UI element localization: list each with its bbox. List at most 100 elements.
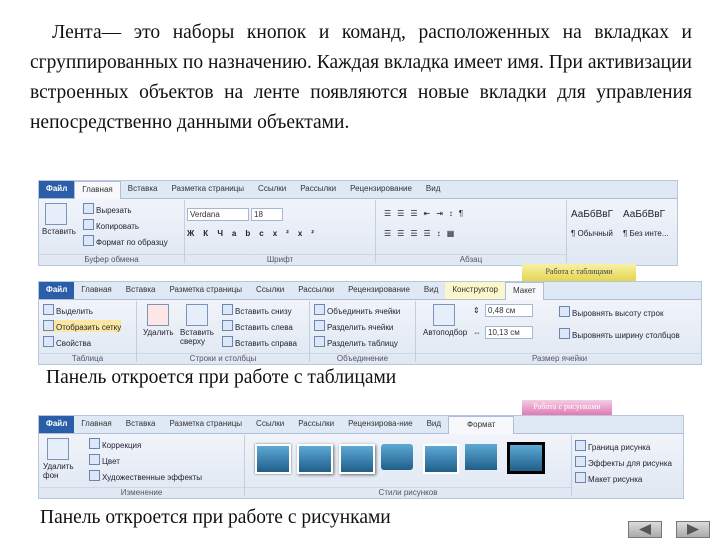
picture-style-4[interactable]	[381, 444, 413, 470]
ribbon-home: Файл Главная Вставка Разметка страницы С…	[38, 180, 678, 266]
distribute-rows-icon	[559, 306, 570, 317]
picture-styles-label: Стили рисунков	[245, 487, 571, 497]
table-tools-header: Работа с таблицами	[522, 264, 636, 281]
picture-style-2[interactable]	[297, 444, 333, 474]
picture-style-5[interactable]	[423, 444, 459, 474]
tab-view[interactable]: Вид	[417, 282, 445, 299]
tab-home[interactable]: Главная	[74, 282, 118, 299]
style-nospacing-sample[interactable]: АаБбВвГ	[623, 209, 665, 220]
picture-style-7[interactable]	[507, 442, 545, 474]
intro-paragraph: Лента— это наборы кнопок и команд, распо…	[30, 22, 692, 133]
artistic-effects-button[interactable]: Художественные эффекты	[89, 470, 202, 482]
picture-effects-button[interactable]: Эффекты для рисунка	[575, 456, 672, 468]
align-buttons[interactable]: ☰☰☰☰↕▦	[384, 229, 460, 238]
row-below-icon	[222, 304, 233, 315]
tab-mailings[interactable]: Рассылки	[291, 282, 341, 299]
show-grid-button[interactable]: Отобразить сетку	[43, 320, 122, 332]
insert-below-button[interactable]: Вставить снизу	[222, 304, 292, 316]
tab-layout[interactable]: Разметка страницы	[162, 282, 249, 299]
split-cells-button[interactable]: Разделить ячейки	[314, 320, 393, 332]
tab-file[interactable]: Файл	[39, 181, 75, 198]
font-format-buttons[interactable]: ЖКЧabcx²x²	[187, 229, 323, 238]
tab-file[interactable]: Файл	[39, 416, 75, 433]
picture-style-6[interactable]	[465, 444, 497, 470]
tab-mailings[interactable]: Рассылки	[291, 416, 341, 433]
cell-width-field[interactable]: 10,13 см	[485, 326, 533, 339]
sun-icon	[89, 438, 100, 449]
cursor-icon	[43, 304, 54, 315]
insert-above-icon[interactable]	[186, 304, 208, 326]
ribbon-tabs: Файл Главная Вставка Разметка страницы С…	[39, 282, 701, 300]
distribute-rows-button[interactable]: Выровнять высоту строк	[559, 306, 663, 318]
style-normal-sample[interactable]: АаБбВвГ	[571, 209, 613, 220]
caption-tables: Панель откроется при работе с таблицами	[46, 367, 397, 388]
properties-icon	[43, 336, 54, 347]
tab-references[interactable]: Ссылки	[249, 282, 291, 299]
tab-picture-format[interactable]: Формат	[448, 416, 515, 434]
distribute-cols-button[interactable]: Выровнять ширину столбцов	[559, 328, 680, 340]
height-icon: ⇕	[473, 306, 480, 315]
grid-icon	[43, 320, 54, 331]
tab-layout[interactable]: Разметка страницы	[162, 416, 249, 433]
tab-view[interactable]: Вид	[419, 181, 447, 198]
next-slide-button[interactable]	[676, 521, 710, 538]
prev-slide-button[interactable]	[628, 521, 662, 538]
color-button[interactable]: Цвет	[89, 454, 120, 466]
tab-table-layout[interactable]: Макет	[505, 282, 544, 300]
delete-button[interactable]: Удалить	[143, 328, 174, 337]
split-icon	[314, 320, 325, 331]
delete-table-icon[interactable]	[147, 304, 169, 326]
remove-background-button[interactable]: Удалить фон	[43, 462, 79, 480]
tab-insert[interactable]: Вставка	[119, 282, 163, 299]
list-buttons[interactable]: ☰☰☰⇤⇥↕¶	[384, 209, 469, 218]
picture-style-3[interactable]	[339, 444, 375, 474]
properties-button[interactable]: Свойства	[43, 336, 91, 348]
tab-home[interactable]: Главная	[74, 181, 121, 199]
distribute-cols-icon	[559, 328, 570, 339]
tab-insert[interactable]: Вставка	[121, 181, 165, 198]
ribbon-tabs: Файл Главная Вставка Разметка страницы С…	[39, 181, 677, 199]
font-name-combo[interactable]: Verdana	[187, 208, 249, 221]
corrections-button[interactable]: Коррекция	[89, 438, 141, 450]
paste-button[interactable]: Вставить	[42, 227, 76, 236]
copy-button[interactable]: Копировать	[83, 219, 139, 231]
picture-style-1[interactable]	[255, 444, 291, 474]
ribbon-picture-format: Файл Главная Вставка Разметка страницы С…	[38, 415, 684, 499]
style-normal-name: ¶ Обычный	[571, 229, 613, 238]
tab-mailings[interactable]: Рассылки	[293, 181, 343, 198]
insert-right-button[interactable]: Вставить справа	[222, 336, 297, 348]
picture-border-button[interactable]: Граница рисунка	[575, 440, 650, 452]
tab-view[interactable]: Вид	[420, 416, 448, 433]
autofit-button[interactable]: Автоподбор	[423, 328, 467, 337]
tab-review[interactable]: Рецензирование	[343, 181, 419, 198]
format-painter-button[interactable]: Формат по образцу	[83, 235, 168, 247]
artistic-icon	[89, 470, 100, 481]
arrow-right-icon	[687, 524, 699, 535]
font-size-combo[interactable]: 18	[251, 208, 283, 221]
adjust-label: Изменение	[39, 487, 244, 497]
cut-button[interactable]: Вырезать	[83, 203, 132, 215]
tab-design[interactable]: Конструктор	[445, 282, 506, 299]
width-icon: ⇔	[473, 328, 481, 337]
tab-home[interactable]: Главная	[74, 416, 118, 433]
select-button[interactable]: Выделить	[43, 304, 93, 316]
tab-review[interactable]: Рецензирова-ние	[341, 416, 419, 433]
split-table-button[interactable]: Разделить таблицу	[314, 336, 398, 348]
copy-icon	[83, 219, 94, 230]
remove-background-icon[interactable]	[47, 438, 69, 460]
autofit-icon[interactable]	[433, 304, 455, 326]
paragraph-group-label: Абзац	[376, 254, 566, 264]
insert-left-button[interactable]: Вставить слева	[222, 320, 293, 332]
picture-layout-button[interactable]: Макет рисунка	[575, 472, 642, 484]
tab-review[interactable]: Рецензирование	[341, 282, 417, 299]
tab-references[interactable]: Ссылки	[249, 416, 291, 433]
col-left-icon	[222, 320, 233, 331]
insert-above-button[interactable]: Вставить сверху	[180, 328, 216, 346]
tab-insert[interactable]: Вставка	[119, 416, 163, 433]
tab-references[interactable]: Ссылки	[251, 181, 293, 198]
tab-layout[interactable]: Разметка страницы	[164, 181, 251, 198]
paste-icon[interactable]	[45, 203, 67, 225]
cell-height-field[interactable]: 0,48 см	[485, 304, 533, 317]
merge-cells-button[interactable]: Объединить ячейки	[314, 304, 400, 316]
tab-file[interactable]: Файл	[39, 282, 75, 299]
